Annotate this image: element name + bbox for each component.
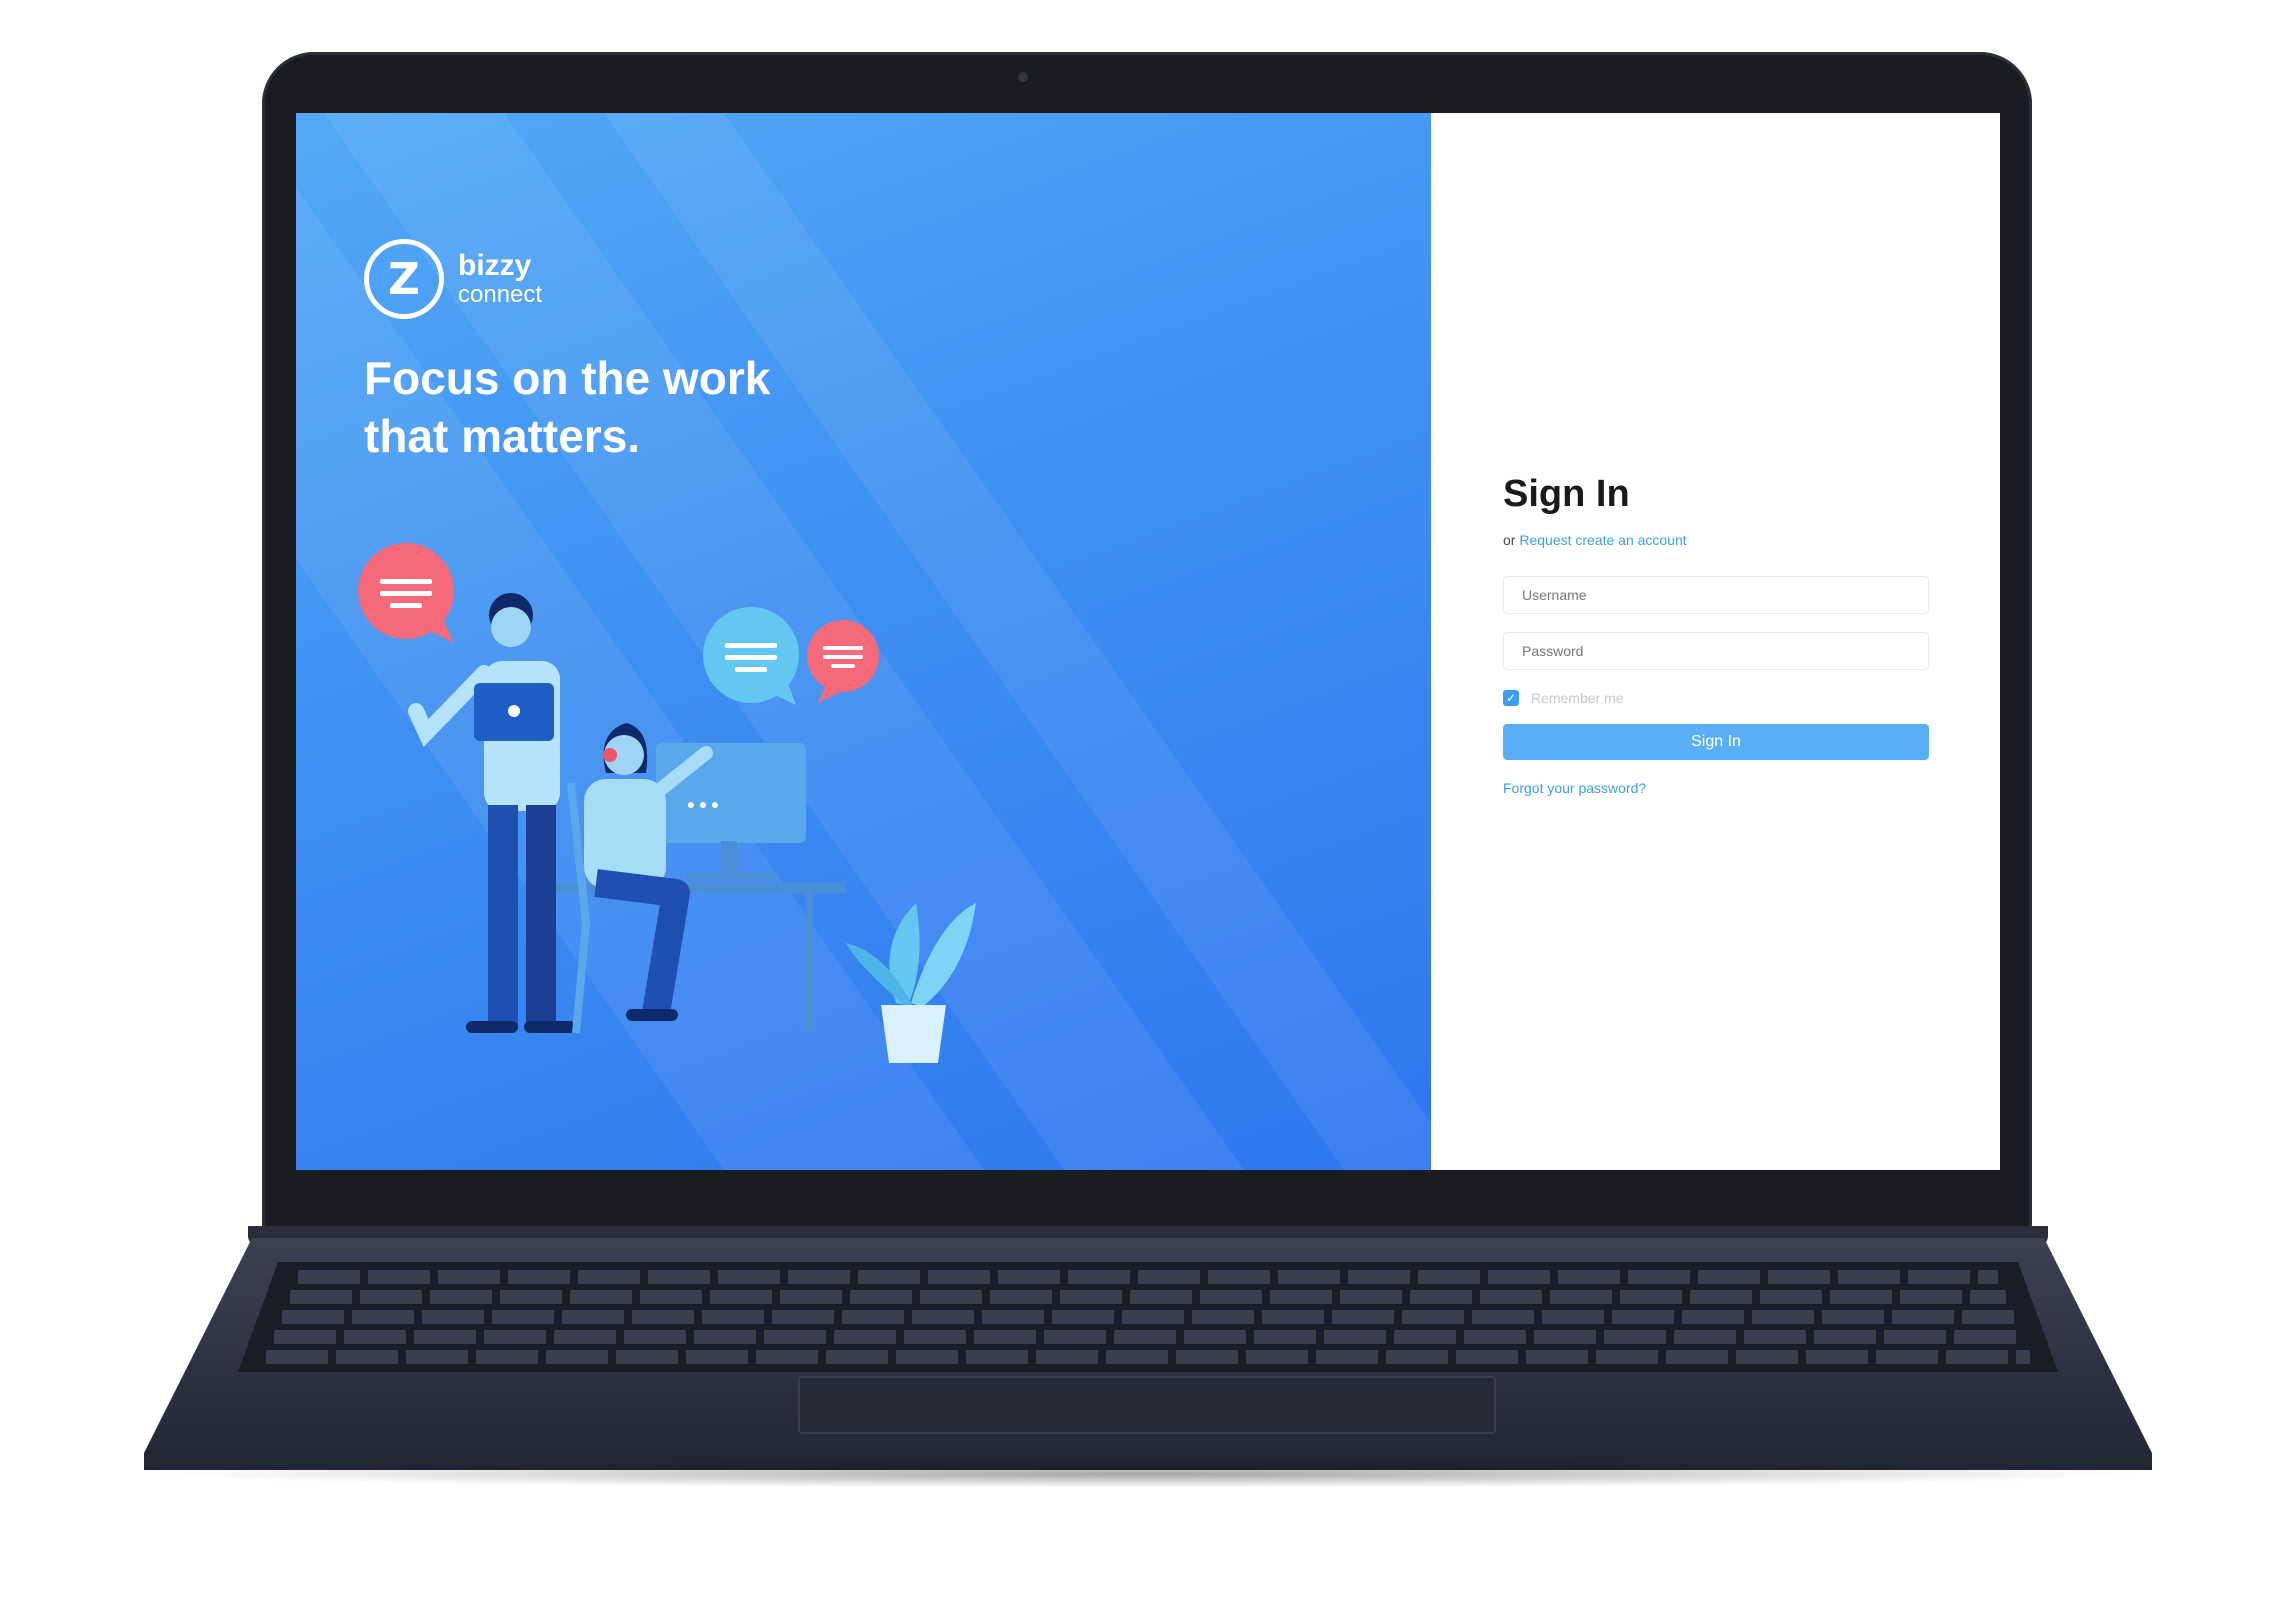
- signin-panel: Sign In or Request create an account ✓ R…: [1431, 113, 2000, 1170]
- key-row: [298, 1270, 1998, 1284]
- brand-logo[interactable]: Z bizzy connect: [364, 239, 542, 319]
- remember-me-label: Remember me: [1531, 690, 1624, 706]
- brand-name: bizzy connect: [458, 251, 542, 307]
- signin-form: Sign In or Request create an account ✓ R…: [1503, 473, 1929, 796]
- forgot-password-link[interactable]: Forgot your password?: [1503, 780, 1929, 796]
- chat-bubble-icon: [703, 607, 799, 705]
- webcam-icon: [1018, 72, 1028, 82]
- or-text: or: [1503, 532, 1516, 548]
- key-row: [274, 1330, 2022, 1344]
- laptop-shadow: [150, 1460, 2146, 1488]
- seated-agent-figure: [567, 723, 713, 1034]
- request-account-link[interactable]: Request create an account: [1519, 532, 1686, 548]
- remember-me-row[interactable]: ✓ Remember me: [1503, 690, 1929, 706]
- support-team-illustration: [358, 543, 976, 1063]
- signin-subtitle: or Request create an account: [1503, 532, 1929, 548]
- key-row: [282, 1310, 2014, 1324]
- laptop-screen: Z bizzy connect Focus on the work that m…: [296, 113, 2000, 1170]
- brand-name-line2: connect: [458, 281, 543, 308]
- potted-plant: [846, 903, 976, 1063]
- bizzy-logo-icon: Z: [364, 239, 444, 319]
- brand-name-line1: bizzy: [458, 249, 532, 282]
- username-input[interactable]: [1503, 576, 1929, 614]
- remember-me-checkbox[interactable]: ✓: [1503, 690, 1519, 706]
- key-row: [266, 1350, 2030, 1364]
- signin-button[interactable]: Sign In: [1503, 724, 1929, 760]
- laptop-trackpad: [798, 1376, 1496, 1434]
- signin-title: Sign In: [1503, 473, 1630, 515]
- chat-bubble-icon: [358, 543, 454, 643]
- password-input[interactable]: [1503, 632, 1929, 670]
- chat-bubble-icon: [807, 620, 879, 703]
- hero-headline: Focus on the work that matters.: [364, 349, 964, 465]
- hero-headline-line1: Focus on the work: [364, 352, 771, 404]
- key-row: [290, 1290, 2006, 1304]
- hero-headline-line2: that matters.: [364, 410, 641, 462]
- standing-agent-figure: [408, 593, 576, 1033]
- check-icon: ✓: [1505, 691, 1517, 705]
- laptop-mockup: Z bizzy connect Focus on the work that m…: [0, 0, 2284, 1610]
- hero-panel: Z bizzy connect Focus on the work that m…: [296, 113, 1431, 1170]
- laptop-keyboard: [238, 1262, 2058, 1372]
